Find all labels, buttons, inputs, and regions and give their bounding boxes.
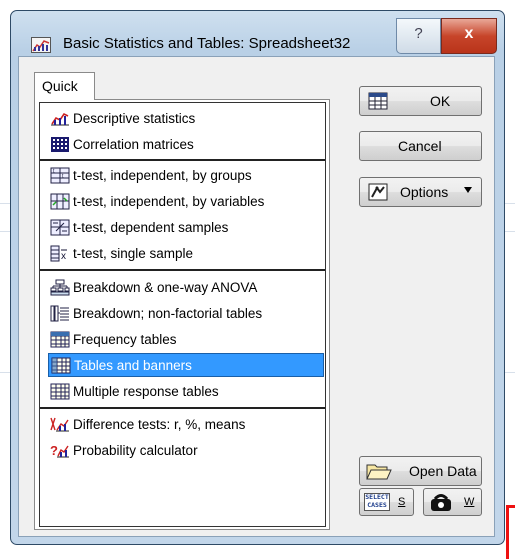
select-cases-line2: CASES <box>367 500 387 509</box>
tab-quick[interactable]: Quick <box>34 72 95 100</box>
ttest-single-icon: x <box>50 245 67 262</box>
list-item-breakdown-anova[interactable]: Breakdown & one-way ANOVA <box>50 275 324 299</box>
list-item-label: Multiple response tables <box>73 383 219 399</box>
list-item-difference-tests[interactable]: Difference tests: r, %, means <box>50 412 324 436</box>
open-data-button[interactable]: Open Data <box>359 456 482 486</box>
list-item-label: Difference tests: r, %, means <box>73 416 246 432</box>
options-icon <box>368 183 388 201</box>
list-item-ttest-dependent[interactable]: t-test, dependent samples <box>50 215 324 239</box>
list-item-multiple-response[interactable]: Multiple response tables <box>50 379 324 403</box>
title-bar[interactable]: Basic Statistics and Tables: Spreadsheet… <box>11 11 504 54</box>
options-label: Options <box>400 184 449 200</box>
list-item-tables-banners[interactable]: Tables and banners <box>48 353 324 377</box>
select-cases-key: S <box>398 496 406 508</box>
list-item-label: Tables and banners <box>74 357 192 373</box>
cancel-button[interactable]: Cancel <box>359 131 482 161</box>
help-button[interactable]: ? <box>396 18 441 54</box>
statistics-app-icon <box>31 37 51 53</box>
list-item-probability-calculator[interactable]: ? Probability calculator <box>50 438 324 462</box>
weight-icon <box>431 494 451 511</box>
multiple-response-icon <box>50 383 70 399</box>
frequency-table-icon <box>50 331 70 347</box>
ok-button[interactable]: OK <box>359 86 482 116</box>
list-separator <box>40 159 325 161</box>
list-separator <box>40 407 325 409</box>
help-icon: ? <box>414 25 423 42</box>
ok-label: OK <box>430 93 451 109</box>
correlation-matrix-icon <box>51 136 69 152</box>
list-item-label: t-test, independent, by groups <box>73 167 252 183</box>
list-item-label: t-test, single sample <box>73 245 194 261</box>
list-item-label: t-test, independent, by variables <box>73 193 265 209</box>
weight-button[interactable]: W <box>423 488 482 516</box>
list-item-label: Breakdown; non-factorial tables <box>73 305 263 321</box>
svg-text:?: ? <box>50 443 58 458</box>
descriptive-stats-icon <box>51 112 69 125</box>
spreadsheet-ok-icon <box>368 92 388 110</box>
list-separator <box>40 269 325 271</box>
list-item-breakdown-nonfactorial[interactable]: Breakdown; non-factorial tables <box>50 301 324 325</box>
options-button[interactable]: Options <box>359 177 482 207</box>
cancel-label: Cancel <box>398 138 442 154</box>
list-item-label: Descriptive statistics <box>73 110 196 126</box>
tables-banners-icon <box>51 357 71 373</box>
window-title: Basic Statistics and Tables: Spreadsheet… <box>63 35 351 52</box>
list-item-ttest-variables[interactable]: t-test, independent, by variables <box>50 189 324 213</box>
svg-text:x: x <box>61 251 66 262</box>
list-item-label: Correlation matrices <box>73 136 194 152</box>
ttest-variables-icon <box>50 193 70 209</box>
weight-key: W <box>464 496 475 508</box>
list-item-ttest-single[interactable]: x t-test, single sample <box>50 241 324 265</box>
red-highlight-mark <box>506 505 515 559</box>
breakdown-anova-icon <box>50 279 70 295</box>
open-folder-icon <box>366 464 392 480</box>
list-item-label: Frequency tables <box>73 331 177 347</box>
select-cases-button[interactable]: SELECT CASES S <box>359 488 414 516</box>
list-item-label: t-test, dependent samples <box>73 219 229 235</box>
tab-quick-label: Quick <box>42 78 78 94</box>
close-button[interactable]: x <box>441 18 497 54</box>
probability-calculator-icon: ? <box>50 443 69 458</box>
list-item-frequency-tables[interactable]: Frequency tables <box>50 327 324 351</box>
list-item-correlation-matrices[interactable]: Correlation matrices <box>50 132 324 156</box>
ttest-groups-icon: t t <box>50 167 70 183</box>
list-item-label: Probability calculator <box>73 442 198 458</box>
select-cases-icon: SELECT CASES <box>364 493 390 511</box>
analysis-list[interactable]: Descriptive statistics Correlation matri… <box>39 102 326 527</box>
breakdown-nonfactorial-icon <box>50 305 69 321</box>
open-data-label: Open Data <box>409 463 477 479</box>
difference-tests-icon <box>50 417 69 431</box>
list-item-ttest-groups[interactable]: t t t-test, independent, by groups <box>50 163 324 187</box>
chevron-down-icon <box>464 187 472 193</box>
close-icon: x <box>464 25 474 42</box>
ttest-dependent-icon <box>50 219 70 235</box>
list-item-label: Breakdown & one-way ANOVA <box>73 279 258 295</box>
list-item-descriptive-statistics[interactable]: Descriptive statistics <box>50 106 324 130</box>
